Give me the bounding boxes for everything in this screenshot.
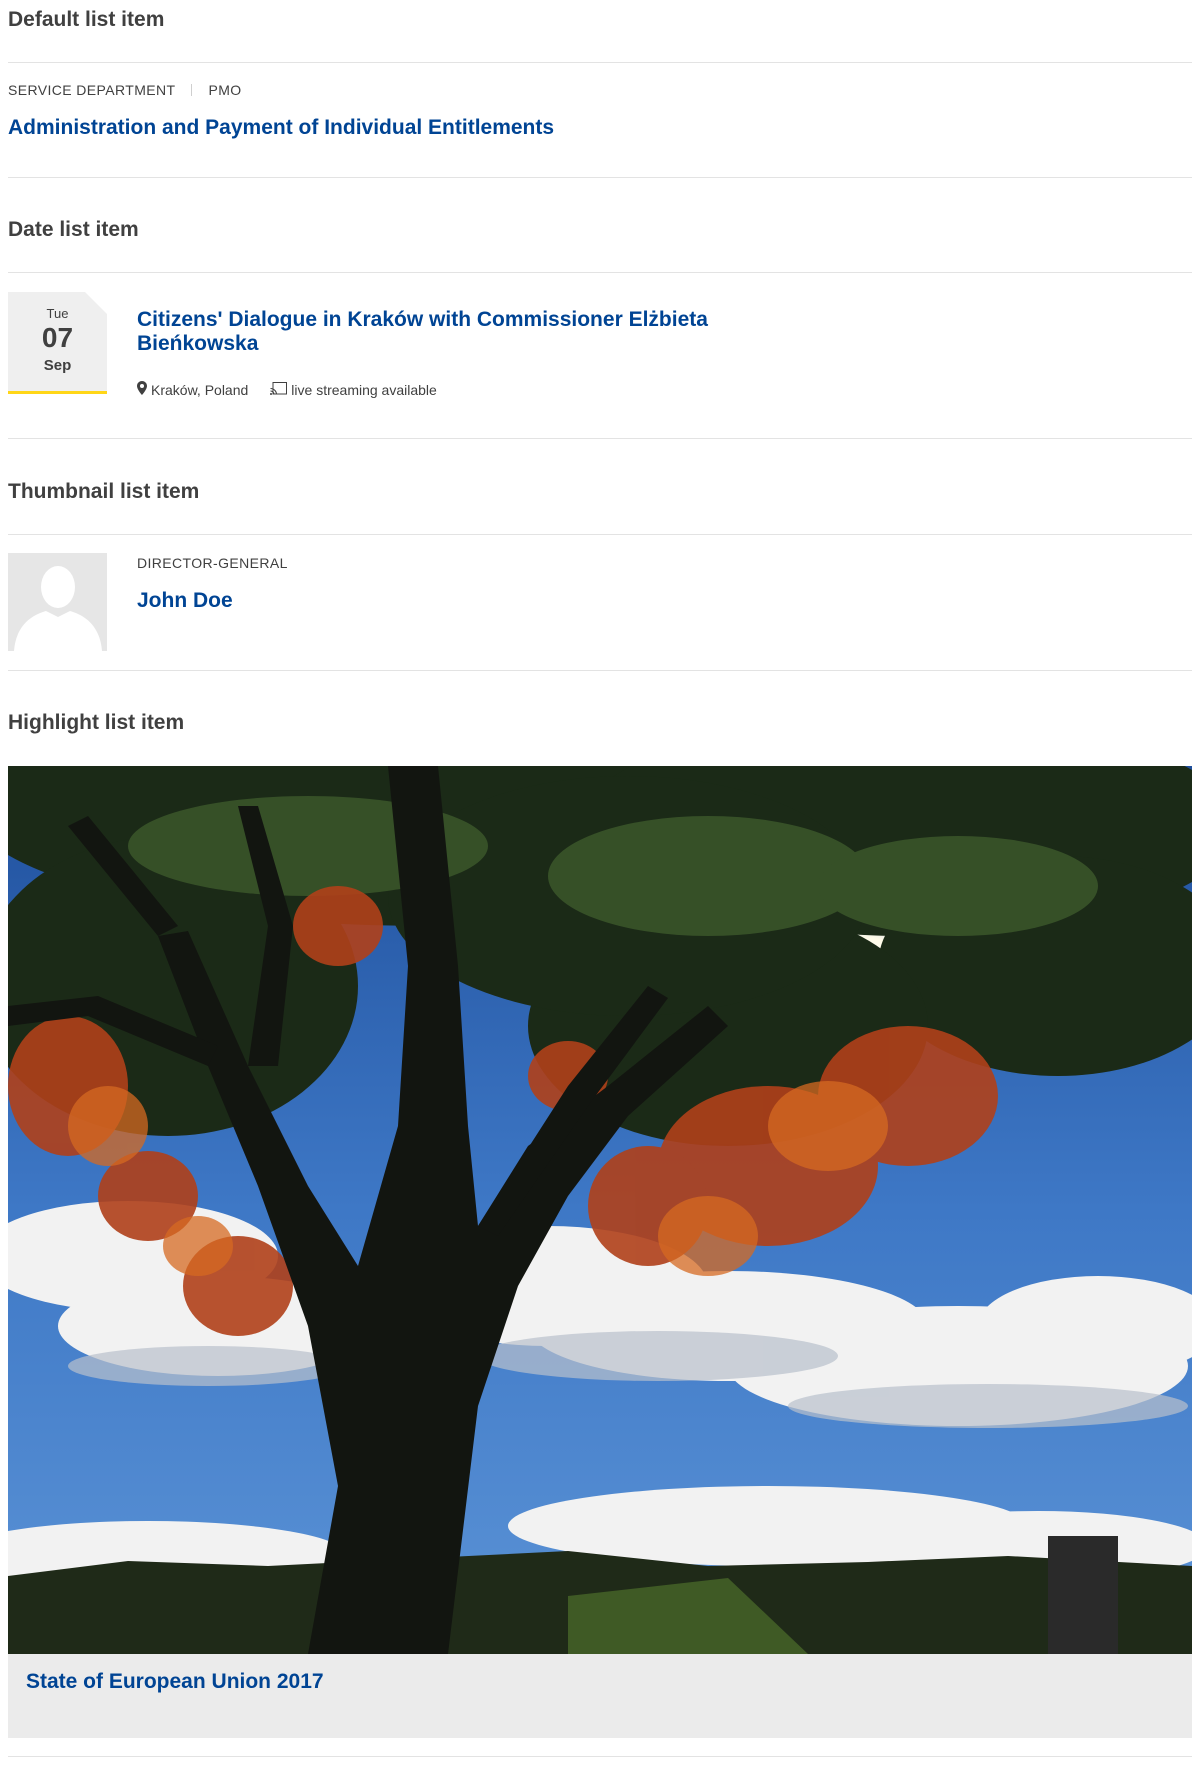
date-month: Sep [43, 357, 72, 374]
meta-department: SERVICE DEPARTMENT [8, 82, 176, 98]
divider [8, 438, 1192, 439]
default-item-meta: SERVICE DEPARTMENT PMO [8, 82, 242, 98]
divider [8, 272, 1192, 273]
cast-icon [270, 381, 288, 398]
date-day: 07 [41, 322, 74, 353]
map-marker-icon [137, 381, 147, 398]
date-item-link-line2: Bieńkowska [137, 332, 259, 355]
date-section-title: Date list item [8, 218, 139, 241]
default-section-title: Default list item [8, 8, 165, 31]
event-streaming: live streaming available [291, 381, 437, 398]
divider [8, 62, 1192, 63]
tree-sky-photo[interactable] [8, 766, 1192, 1654]
thumbnail-section-title: Thumbnail list item [8, 480, 200, 503]
divider [8, 670, 1192, 671]
date-block: Tue 07 Sep [8, 292, 107, 394]
divider [8, 1756, 1192, 1757]
highlight-caption-panel: State of European Union 2017 [8, 1654, 1192, 1738]
divider [8, 177, 1192, 178]
date-item-link[interactable]: Citizens' Dialogue in Kraków with Commis… [137, 308, 708, 356]
default-item-link[interactable]: Administration and Payment of Individual… [8, 116, 554, 140]
divider [8, 534, 1192, 535]
highlight-section-title: Highlight list item [8, 711, 185, 734]
thumbnail-item-link[interactable]: John Doe [137, 589, 233, 613]
event-location: Kraków, Poland [151, 381, 249, 398]
meta-pmo: PMO [208, 82, 242, 98]
highlight-item-link[interactable]: State of European Union 2017 [26, 1670, 324, 1694]
thumbnail-item-meta: DIRECTOR-GENERAL [137, 555, 288, 571]
meta-separator [191, 84, 193, 96]
date-weekday: Tue [46, 306, 69, 321]
person-silhouette-icon[interactable] [8, 553, 107, 651]
date-item-link-line1: Citizens' Dialogue in Kraków with Commis… [137, 308, 708, 331]
date-item-info: Kraków, Poland live streaming available [137, 381, 437, 398]
